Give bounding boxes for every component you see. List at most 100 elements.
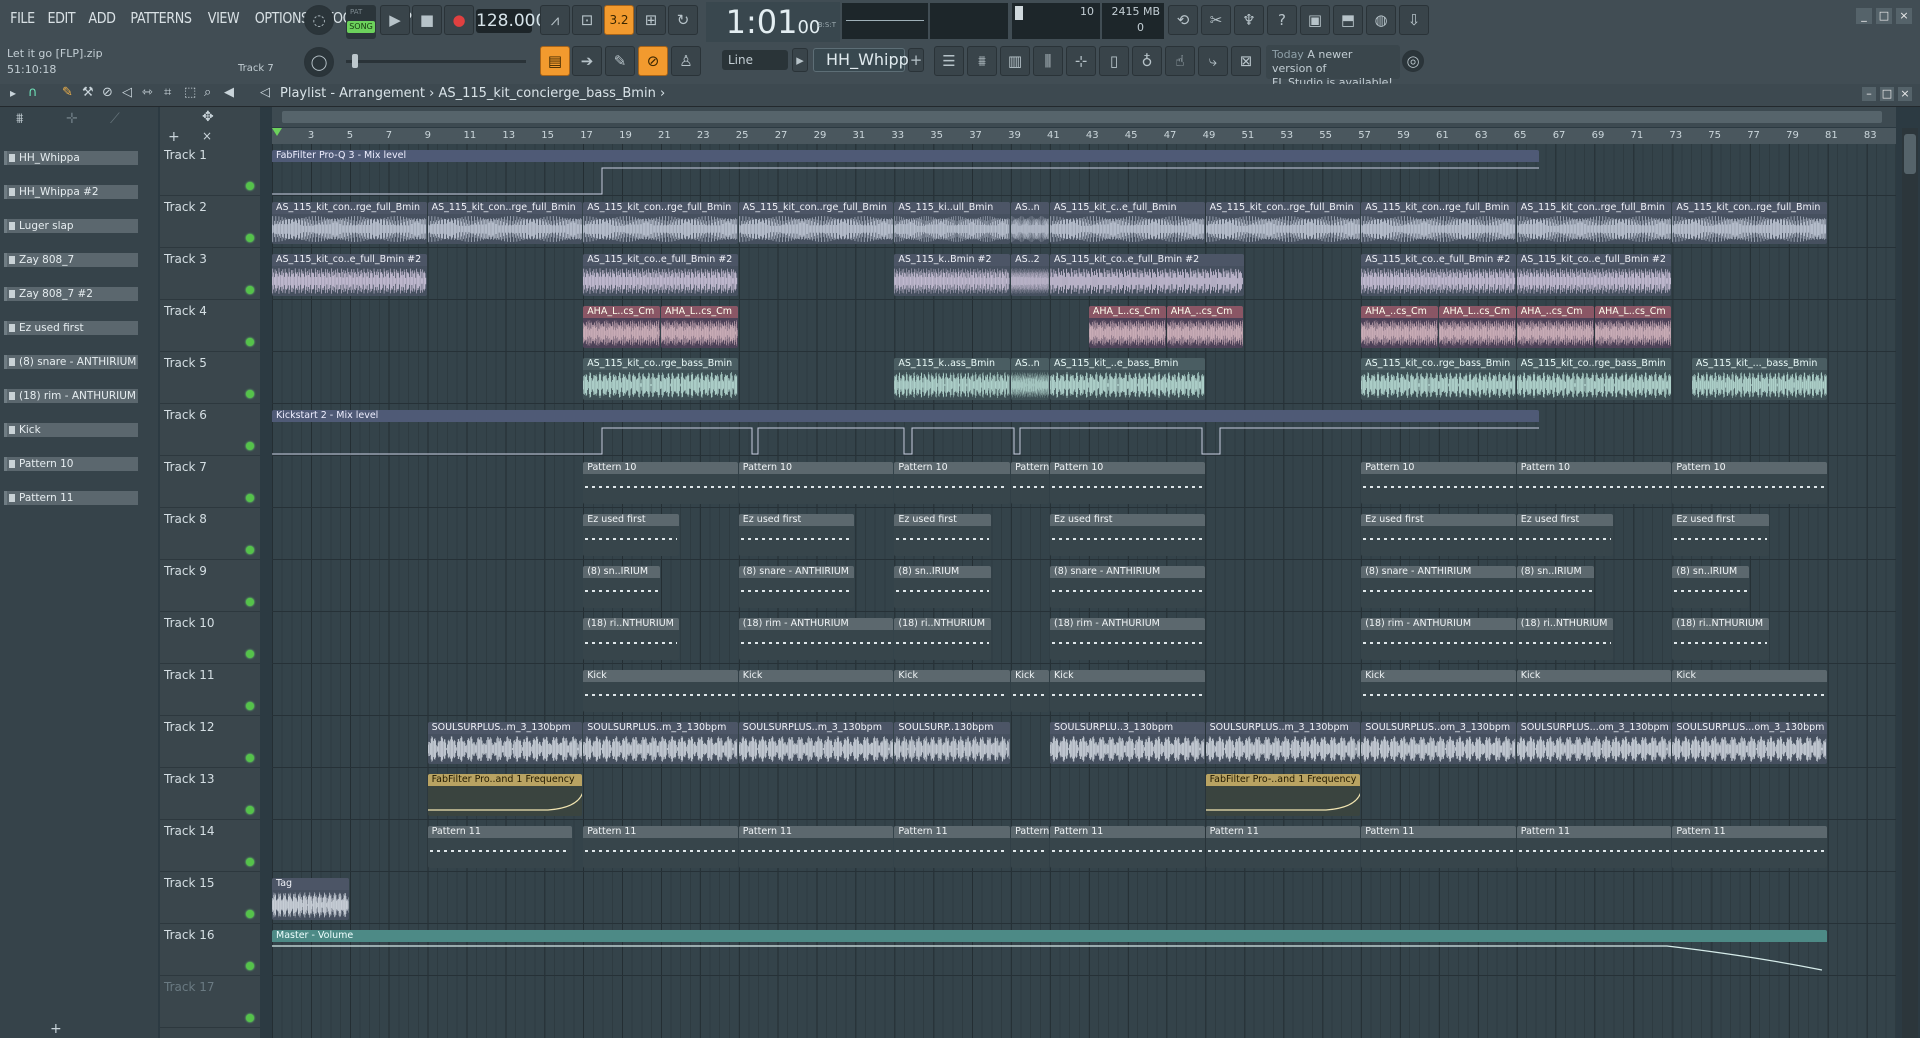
picker-item[interactable]: (8) snare - ANTHIRIUM [4,355,138,369]
channel-rack-button[interactable]: ▥ [1000,46,1030,76]
audio-clip[interactable]: AS_115_kit_con..rge_full_Bmin [1205,202,1361,244]
audio-clip[interactable]: AS_115_kit_con..rge_full_Bmin [738,202,894,244]
magnet-icon[interactable]: ∩ [28,85,38,100]
plugin-db-button[interactable]: ♁ [1132,46,1162,76]
stamp-button[interactable]: ♙ [671,46,701,76]
mute-tool-icon[interactable]: ◁ [122,85,132,100]
track-mute-led[interactable] [246,910,254,918]
snap-select[interactable]: Line [722,50,788,70]
stop-button[interactable]: ■ [412,5,442,35]
wait-input-button[interactable]: ⊡ [572,5,602,35]
automation-clip[interactable]: Master - Volume [272,930,1827,972]
picker-item[interactable]: Pattern 11 [4,491,138,505]
track-header[interactable]: Track 16 [160,924,260,976]
track-header[interactable]: Track 12 [160,716,260,768]
pattern-clip[interactable]: (8) snare - ANTHIRIUM [738,566,855,608]
news-panel[interactable]: Today A newer version of FL Studio is av… [1266,45,1400,89]
audio-clip[interactable]: SOULSURPLUS..m_3_130bpm [1205,722,1361,764]
audio-clip[interactable]: AS_115_kit_co..e_full_Bmin #2 [272,254,427,296]
pattern-clip[interactable]: (18) rim - ANTHURIUM [1050,618,1205,660]
zoom-tool-icon[interactable]: ⌕ [204,85,211,100]
picker-item[interactable]: Luger slap [4,219,138,233]
chat-button[interactable]: ◍ [1366,5,1396,35]
delete-tool-icon[interactable]: ⊘ [102,85,113,100]
picker-item[interactable]: Kick [4,423,138,437]
audio-clip[interactable]: AS..n [1011,202,1049,244]
track-header[interactable]: Track 4 [160,300,260,352]
audio-clip[interactable]: AS_115_kit_con..rge_full_Bmin [1361,202,1516,244]
picker-item[interactable]: Ez used first [4,321,138,335]
maximize-button[interactable]: □ [1876,8,1892,24]
master-volume-knob[interactable]: ◯ [304,47,334,77]
pattern-clip[interactable]: Pattern 10 [894,462,1011,504]
pattern-clip[interactable]: Pattern 11 [894,826,1011,868]
picker-item[interactable]: (18) rim - ANTHURIUM [4,389,138,403]
pattern-clip[interactable]: Pattern 11 [738,826,894,868]
audio-clip[interactable]: AS..2 [1011,254,1049,296]
pattern-clip[interactable]: Ez used first [738,514,855,556]
pattern-clip[interactable]: Pattern 11 [427,826,573,868]
globe-icon[interactable]: ◎ [1402,50,1424,72]
pattern-clip[interactable]: Kick [738,670,894,712]
paint-tool-icon[interactable]: ⚒ [82,85,94,100]
automation-clip[interactable]: Kickstart 2 - Mix level [272,410,1540,456]
record-audio-button[interactable]: ♆ [1234,5,1264,35]
pattern-clip[interactable]: (8) sn..IRIUM [1516,566,1594,608]
export-button[interactable]: ⬒ [1333,5,1363,35]
audio-clip[interactable]: AHA_..cs_Cm [1361,306,1438,348]
audio-clip[interactable]: AS_115_kit_co..e_full_Bmin #2 [1050,254,1244,296]
audio-clip[interactable]: AS_115_kit_..e_bass_Bmin [1050,358,1205,400]
cut-button[interactable]: ✂ [1201,5,1231,35]
track-mute-led[interactable] [246,806,254,814]
playlist-menu-icon[interactable]: ▸ [10,86,16,100]
pattern-clip[interactable]: (8) snare - ANTHIRIUM [1361,566,1516,608]
playlist-maximize-button[interactable]: □ [1880,87,1894,101]
audio-clip[interactable]: AHA_L..cs_Cm [583,306,660,348]
audio-clip[interactable]: AHA_L..cs_Cm [1594,306,1672,348]
track-header[interactable]: Track 15 [160,872,260,924]
audio-clip[interactable]: AS_115_kit_con..rge_full_Bmin [427,202,583,244]
add-track-icon[interactable]: + [168,129,180,145]
mixer-button[interactable]: ⫼ [1033,46,1063,76]
pattern-clip[interactable]: Ez used first [1672,514,1769,556]
wand-icon[interactable]: ⟋ [110,111,120,127]
track-mute-led[interactable] [246,182,254,190]
menu-item-add[interactable]: ADD [85,9,119,27]
vertical-scrollbar[interactable] [1902,128,1918,1038]
pattern-clip[interactable]: Ez used first [583,514,680,556]
pattern-clip[interactable]: Pattern 11 [1516,826,1672,868]
pattern-clip[interactable]: Kick [1672,670,1827,712]
audio-clip[interactable]: AHA_L..cs_Cm [1088,306,1166,348]
pattern-clip[interactable]: Pattern 11 [1361,826,1516,868]
audio-clip[interactable]: SOULSURPLUS..m_3_130bpm [427,722,583,764]
audio-clip[interactable]: AS_115_kit_..._bass_Bmin [1691,358,1827,400]
audio-clip[interactable]: AS_115_k..Bmin #2 [894,254,1011,296]
track-header[interactable]: Track 2 [160,196,260,248]
picker-item[interactable]: Zay 808_7 [4,253,138,267]
track-mute-led[interactable] [246,754,254,762]
picker-item[interactable]: Pattern 10 [4,457,138,471]
audio-clip[interactable]: AS_115_k..ass_Bmin [894,358,1011,400]
track-header[interactable]: Track 1 [160,144,260,196]
track-mute-led[interactable] [246,390,254,398]
track-mute-led[interactable] [246,546,254,554]
piano-roll-button[interactable]: ⩩ [967,46,997,76]
playback-tool-icon[interactable]: ◀ [224,85,234,100]
track-header[interactable]: Track 13 [160,768,260,820]
browser-button[interactable]: ▯ [1099,46,1129,76]
piano-view-icon[interactable]: ⩩ [16,111,23,127]
audio-clip[interactable]: AS_115_kit_con..rge_full_Bmin [583,202,738,244]
automation-clip[interactable]: FabFilter Pro-..and 1 Frequency [1205,774,1361,816]
audio-clip[interactable]: Tag [272,878,349,920]
pattern-clip[interactable]: Pattern 10 [583,462,738,504]
pattern-selector[interactable]: HH_Whippa [813,48,919,72]
undo-button[interactable]: ⟲ [1168,5,1198,35]
audio-clip[interactable]: SOULSURPLUS...om_3_130bpm [1516,722,1672,764]
audio-clip[interactable]: AS_115_kit_con..rge_full_Bmin [1672,202,1827,244]
menu-item-view[interactable]: VIEW [205,9,243,27]
pattern-clip[interactable]: Pattern 10 [1050,462,1205,504]
menu-item-file[interactable]: FILE [7,9,38,27]
scroll-thumb[interactable] [1904,134,1916,174]
pattern-clip[interactable]: Pattern 10 [1516,462,1672,504]
shop-button[interactable]: ⊠ [1231,46,1261,76]
